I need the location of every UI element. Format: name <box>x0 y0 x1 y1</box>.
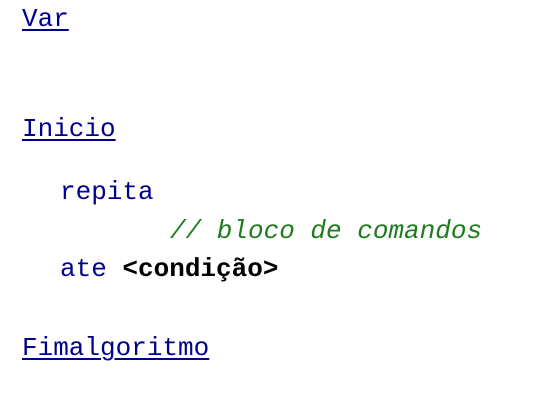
inicio-keyword: Inicio <box>22 114 116 144</box>
var-keyword: Var <box>22 4 69 34</box>
ate-line: ate <condição> <box>60 254 278 284</box>
condition-placeholder: <condição> <box>122 254 279 284</box>
comment-line: // bloco de comandos <box>170 216 483 246</box>
ate-keyword: ate <box>60 254 107 284</box>
repita-keyword: repita <box>60 177 154 207</box>
fimalgoritmo-keyword: Fimalgoritmo <box>22 333 210 363</box>
code-editor: Var Inicio repita // bloco de comandos a… <box>0 0 558 410</box>
